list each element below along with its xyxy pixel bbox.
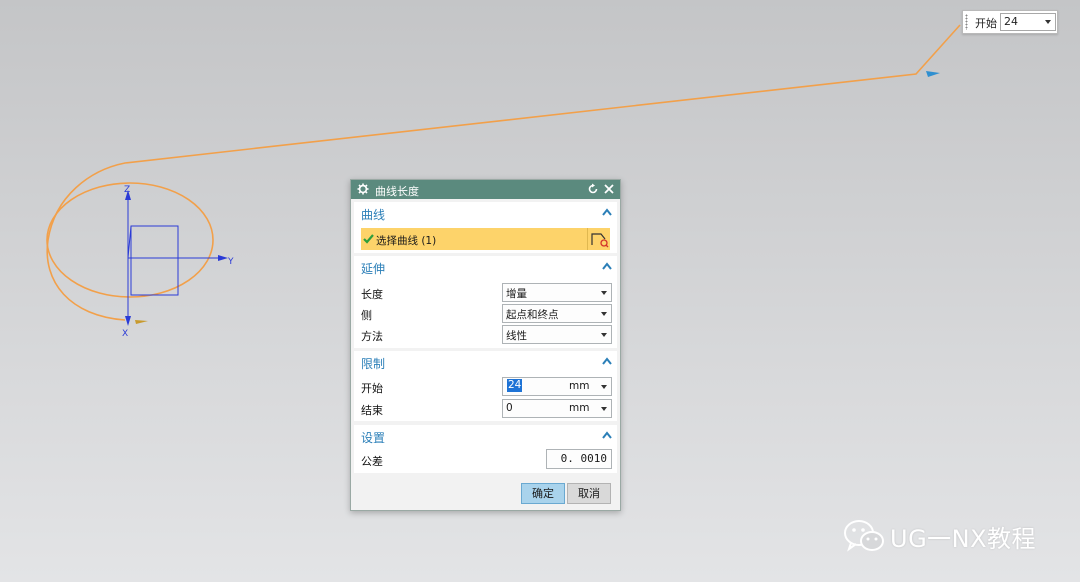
chevron-down-icon[interactable] bbox=[1045, 20, 1051, 24]
length-label: 长度 bbox=[361, 288, 383, 301]
y-axis-label: Y bbox=[227, 257, 234, 267]
side-label: 侧 bbox=[361, 309, 372, 322]
start-label: 开始 bbox=[361, 382, 383, 395]
dialog-title-bar[interactable]: 曲线长度 bbox=[351, 180, 620, 199]
close-icon[interactable] bbox=[603, 183, 615, 195]
watermark: UG一NX教程 bbox=[842, 516, 1052, 556]
settings-group: 设置 公差 0. 0010 bbox=[354, 425, 617, 473]
drag-grip-icon[interactable] bbox=[965, 14, 968, 30]
curve-group-header[interactable]: 曲线 bbox=[354, 202, 617, 224]
side-select[interactable]: 起点和终点 bbox=[502, 304, 612, 323]
ok-button[interactable]: 确定 bbox=[521, 483, 565, 504]
chevron-down-icon[interactable] bbox=[601, 291, 607, 295]
x-axis-label: X bbox=[122, 329, 128, 339]
select-curve-row[interactable]: 选择曲线 (1) bbox=[361, 228, 587, 250]
onscreen-start-value: 24 bbox=[1004, 15, 1018, 28]
length-value: 增量 bbox=[506, 288, 527, 300]
curve-rule-button[interactable] bbox=[587, 228, 610, 250]
onscreen-start-value-field[interactable]: 24 bbox=[1000, 13, 1056, 31]
end-arrow-icon bbox=[926, 71, 940, 77]
settings-group-header[interactable]: 设置 bbox=[354, 425, 617, 447]
extend-group-title: 延伸 bbox=[361, 262, 386, 276]
chevron-up-icon[interactable] bbox=[602, 431, 612, 439]
wechat-logo-icon bbox=[844, 520, 884, 552]
checkmark-icon bbox=[363, 234, 374, 244]
y-axis-arrow-icon bbox=[218, 255, 228, 261]
start-arrow-icon bbox=[135, 320, 148, 324]
tolerance-input[interactable]: 0. 0010 bbox=[546, 449, 612, 469]
dialog-title: 曲线长度 bbox=[375, 185, 419, 198]
settings-group-title: 设置 bbox=[361, 431, 386, 445]
side-value: 起点和终点 bbox=[506, 309, 559, 321]
chevron-down-icon[interactable] bbox=[601, 333, 607, 337]
x-axis-arrow-icon bbox=[125, 316, 131, 326]
tolerance-value: 0. 0010 bbox=[560, 452, 607, 465]
chevron-down-icon[interactable] bbox=[601, 312, 607, 316]
end-input[interactable]: 0 mm bbox=[502, 399, 612, 418]
end-label: 结束 bbox=[361, 404, 383, 417]
start-value: 24 bbox=[507, 379, 523, 392]
chevron-up-icon[interactable] bbox=[602, 262, 612, 270]
onscreen-start-label: 开始 bbox=[975, 17, 997, 30]
method-select[interactable]: 线性 bbox=[502, 325, 612, 344]
limits-group-header[interactable]: 限制 bbox=[354, 351, 617, 373]
chevron-up-icon[interactable] bbox=[602, 357, 612, 365]
watermark-text: UG一NX教程 bbox=[890, 525, 1037, 553]
reset-icon[interactable] bbox=[587, 183, 599, 195]
curve-length-dialog: 曲线长度 曲线 选择曲线 (1) 延伸 长度 增量 侧 起点和终点 方法 线性 … bbox=[350, 179, 621, 511]
curve-group-title: 曲线 bbox=[361, 208, 386, 222]
curve-group: 曲线 选择曲线 (1) bbox=[354, 202, 617, 253]
start-input[interactable]: 24 mm bbox=[502, 377, 612, 396]
end-value: 0 bbox=[506, 402, 513, 414]
curve-rule-icon bbox=[591, 233, 609, 248]
tolerance-label: 公差 bbox=[361, 455, 383, 468]
select-curve-label: 选择曲线 (1) bbox=[376, 235, 437, 247]
start-unit: mm bbox=[569, 380, 590, 392]
extend-group: 延伸 长度 增量 侧 起点和终点 方法 线性 bbox=[354, 256, 617, 348]
length-select[interactable]: 增量 bbox=[502, 283, 612, 302]
gear-icon[interactable] bbox=[357, 183, 369, 195]
limits-group-title: 限制 bbox=[361, 357, 386, 371]
z-axis-label: Z bbox=[124, 185, 130, 195]
chevron-down-icon[interactable] bbox=[601, 385, 607, 389]
chevron-up-icon[interactable] bbox=[602, 208, 612, 216]
end-unit: mm bbox=[569, 402, 590, 414]
extend-group-header[interactable]: 延伸 bbox=[354, 256, 617, 278]
method-label: 方法 bbox=[361, 330, 383, 343]
limits-group: 限制 开始 24 mm 结束 0 mm bbox=[354, 351, 617, 421]
chevron-down-icon[interactable] bbox=[601, 407, 607, 411]
method-value: 线性 bbox=[506, 330, 527, 342]
onscreen-start-input[interactable]: 开始 24 bbox=[962, 10, 1058, 34]
cancel-button[interactable]: 取消 bbox=[567, 483, 611, 504]
